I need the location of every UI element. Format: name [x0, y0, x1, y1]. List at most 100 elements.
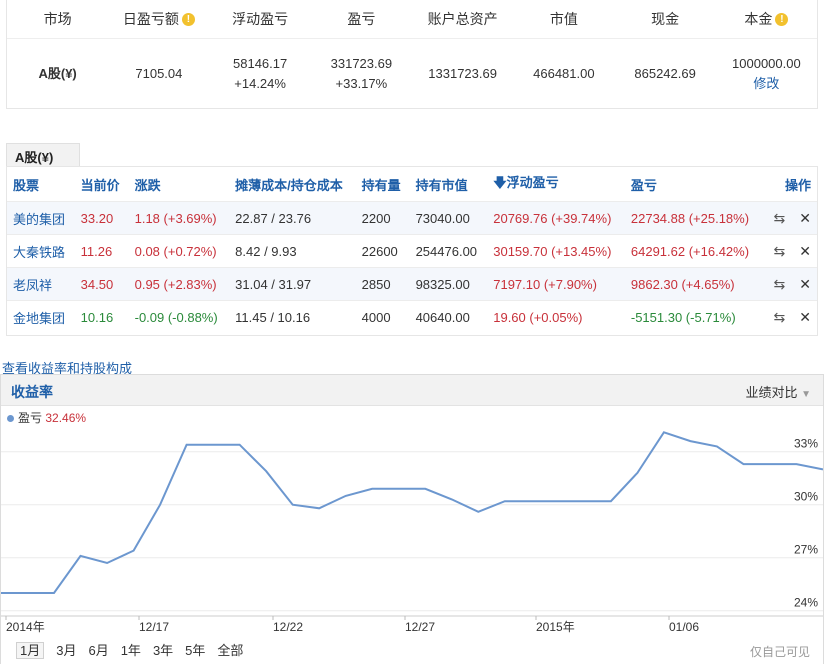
table-row[interactable]: 美的集团 33.20 1.18 (+3.69%) 22.87 / 23.76 2200 7…	[7, 201, 817, 235]
quantity: 2200	[355, 201, 410, 235]
holding-value: 98325.00	[409, 267, 488, 301]
info-icon[interactable]: !	[775, 12, 789, 26]
col-header-qty[interactable]: 持有量	[356, 167, 410, 202]
float-pnl: 30159.70 (+13.45%)	[487, 234, 625, 268]
summary-pnl-pct: +33.17%	[335, 75, 388, 91]
edit-principal-link[interactable]: 修改	[753, 74, 779, 94]
x-tick-label: 12/17	[139, 620, 169, 634]
summary-header-daily-pnl: 日盈亏额 !	[108, 0, 210, 39]
holdings-tabbar: A股(¥)	[6, 143, 81, 169]
col-header-cost[interactable]: 摊薄成本/持仓成本	[229, 167, 355, 202]
y-tick-label: 27%	[794, 543, 818, 557]
range-option[interactable]: 3年	[153, 643, 173, 658]
info-icon[interactable]: !	[181, 12, 195, 26]
summary-col-cash: 现金 865242.69	[614, 0, 716, 108]
cost-basis: 31.04 / 31.97	[229, 267, 356, 301]
close-icon[interactable]: ✕	[799, 210, 811, 226]
range-option[interactable]: 全部	[217, 643, 243, 658]
summary-header-total-assets: 账户总资产	[412, 0, 514, 39]
col-header-actions: 操作	[784, 177, 811, 193]
stock-name-link[interactable]: 美的集团	[7, 201, 75, 235]
current-price: 33.20	[74, 201, 129, 235]
summary-market-cap: 466481.00	[533, 65, 595, 81]
summary-float-pnl-pct: +14.24%	[234, 75, 286, 91]
summary-header-float-pnl: 浮动盈亏	[209, 0, 311, 39]
x-tick-label: 01/06	[669, 620, 699, 634]
trade-icon[interactable]: ⇆	[774, 210, 786, 226]
returns-line-chart[interactable]: 24% 27% 30% 33% 2014年 12/17 12/22 12/27 2015年 01/…	[1, 375, 823, 664]
row-actions: ⇆ ✕	[762, 300, 817, 333]
summary-header-pnl: 盈亏	[310, 0, 412, 39]
summary-header-daily-pnl-label: 日盈亏额	[122, 11, 179, 27]
cost-basis: 22.87 / 23.76	[229, 201, 356, 235]
range-option[interactable]: 1月	[16, 642, 45, 659]
summary-header-cash: 现金	[614, 0, 716, 39]
range-option[interactable]: 5年	[185, 643, 205, 658]
price-change: 0.95 (+2.83%)	[128, 267, 230, 301]
table-row[interactable]: 金地集团 10.16 -0.09 (-0.88%) 11.45 / 10.16 4000…	[7, 300, 817, 333]
summary-market-value: A股(¥)	[38, 65, 77, 81]
col-header-value[interactable]: 持有市值	[410, 167, 488, 202]
row-actions: ⇆ ✕	[762, 267, 817, 301]
holdings-table: 股票 当前价 涨跌 摊薄成本/持仓成本 持有量 持有市值 🡇浮动盈亏 盈亏 操作…	[7, 167, 817, 333]
col-header-stock[interactable]: 股票	[7, 167, 75, 202]
close-icon[interactable]: ✕	[799, 276, 811, 292]
range-selector: 1月 3月 6月 1年 3年 5年 全部	[16, 640, 255, 659]
account-summary: 市场 A股(¥) 日盈亏额 ! 7105.04 浮动盈亏 58146.17 +1…	[6, 0, 818, 109]
visibility-note: 仅自己可见	[749, 645, 810, 659]
holding-value: 73040.00	[409, 201, 488, 235]
row-actions: ⇆ ✕	[762, 201, 817, 235]
col-header-pnl[interactable]: 盈亏	[625, 167, 763, 202]
trade-icon[interactable]: ⇆	[774, 276, 786, 292]
pnl: 64291.62 (+16.42%)	[624, 234, 763, 268]
stock-name-link[interactable]: 大秦铁路	[7, 234, 75, 268]
stock-name-link[interactable]: 金地集团	[7, 300, 75, 333]
holding-value: 40640.00	[409, 300, 488, 333]
close-icon[interactable]: ✕	[799, 309, 811, 325]
trade-icon[interactable]: ⇆	[774, 309, 786, 325]
pnl: -5151.30 (-5.71%)	[624, 300, 763, 333]
sort-down-icon: 🡇	[493, 175, 507, 190]
summary-principal-cell: 1000000.00 修改	[732, 39, 801, 108]
float-pnl: 7197.10 (+7.90%)	[487, 267, 625, 301]
current-price: 11.26	[74, 234, 129, 268]
summary-col-principal: 本金 ! 1000000.00 修改	[715, 0, 817, 108]
summary-float-pnl-cell: 58146.17 +14.24%	[233, 39, 287, 108]
quantity: 4000	[355, 300, 410, 333]
trade-icon[interactable]: ⇆	[774, 243, 786, 259]
summary-principal: 1000000.00	[732, 55, 801, 71]
price-change: 1.18 (+3.69%)	[128, 201, 230, 235]
cost-basis: 11.45 / 10.16	[229, 300, 356, 333]
summary-col-market: 市场 A股(¥)	[7, 0, 109, 108]
range-option[interactable]: 1年	[121, 643, 141, 658]
cost-basis: 8.42 / 9.93	[229, 234, 356, 268]
float-pnl: 20769.76 (+39.74%)	[487, 201, 625, 235]
summary-col-total-assets: 账户总资产 1331723.69	[412, 0, 514, 108]
summary-pnl-cell: 331723.69 +33.17%	[331, 39, 392, 108]
summary-col-market-value: 市值 466481.00	[513, 0, 615, 108]
summary-col-daily-pnl: 日盈亏额 ! 7105.04	[108, 0, 210, 108]
summary-pnl: 331723.69	[330, 55, 393, 71]
col-header-price[interactable]: 当前价	[75, 167, 129, 202]
stock-name-link[interactable]: 老凤祥	[7, 267, 75, 301]
table-row[interactable]: 大秦铁路 11.26 0.08 (+0.72%) 8.42 / 9.93 22600 25…	[7, 234, 817, 268]
summary-header-market-value: 市值	[513, 0, 615, 39]
x-tick-label: 2014年	[6, 620, 45, 634]
close-icon[interactable]: ✕	[799, 243, 811, 259]
summary-cash: 865242.69	[634, 65, 696, 81]
range-option[interactable]: 6月	[88, 643, 108, 658]
quantity: 22600	[355, 234, 410, 268]
y-tick-label: 33%	[794, 437, 818, 451]
holdings-header-row: 股票 当前价 涨跌 摊薄成本/持仓成本 持有量 持有市值 🡇浮动盈亏 盈亏 操作	[7, 167, 817, 202]
col-header-change[interactable]: 涨跌	[129, 167, 230, 202]
range-option[interactable]: 3月	[56, 643, 76, 658]
current-price: 34.50	[74, 267, 129, 301]
table-row[interactable]: 老凤祥 34.50 0.95 (+2.83%) 31.04 / 31.97 2850 98…	[7, 267, 817, 301]
holding-value: 254476.00	[409, 234, 488, 268]
col-header-float-pnl[interactable]: 🡇浮动盈亏	[487, 167, 625, 202]
quantity: 2850	[355, 267, 410, 301]
summary-header-principal: 本金 !	[715, 0, 817, 39]
col-header-float-pnl-label: 浮动盈亏	[506, 175, 559, 190]
summary-float-pnl: 58146.17	[233, 55, 288, 71]
returns-chart-panel: 收益率 业绩对比 ▼ 盈亏 32.46% 24% 27% 30% 33% 2014年 12…	[0, 374, 824, 664]
